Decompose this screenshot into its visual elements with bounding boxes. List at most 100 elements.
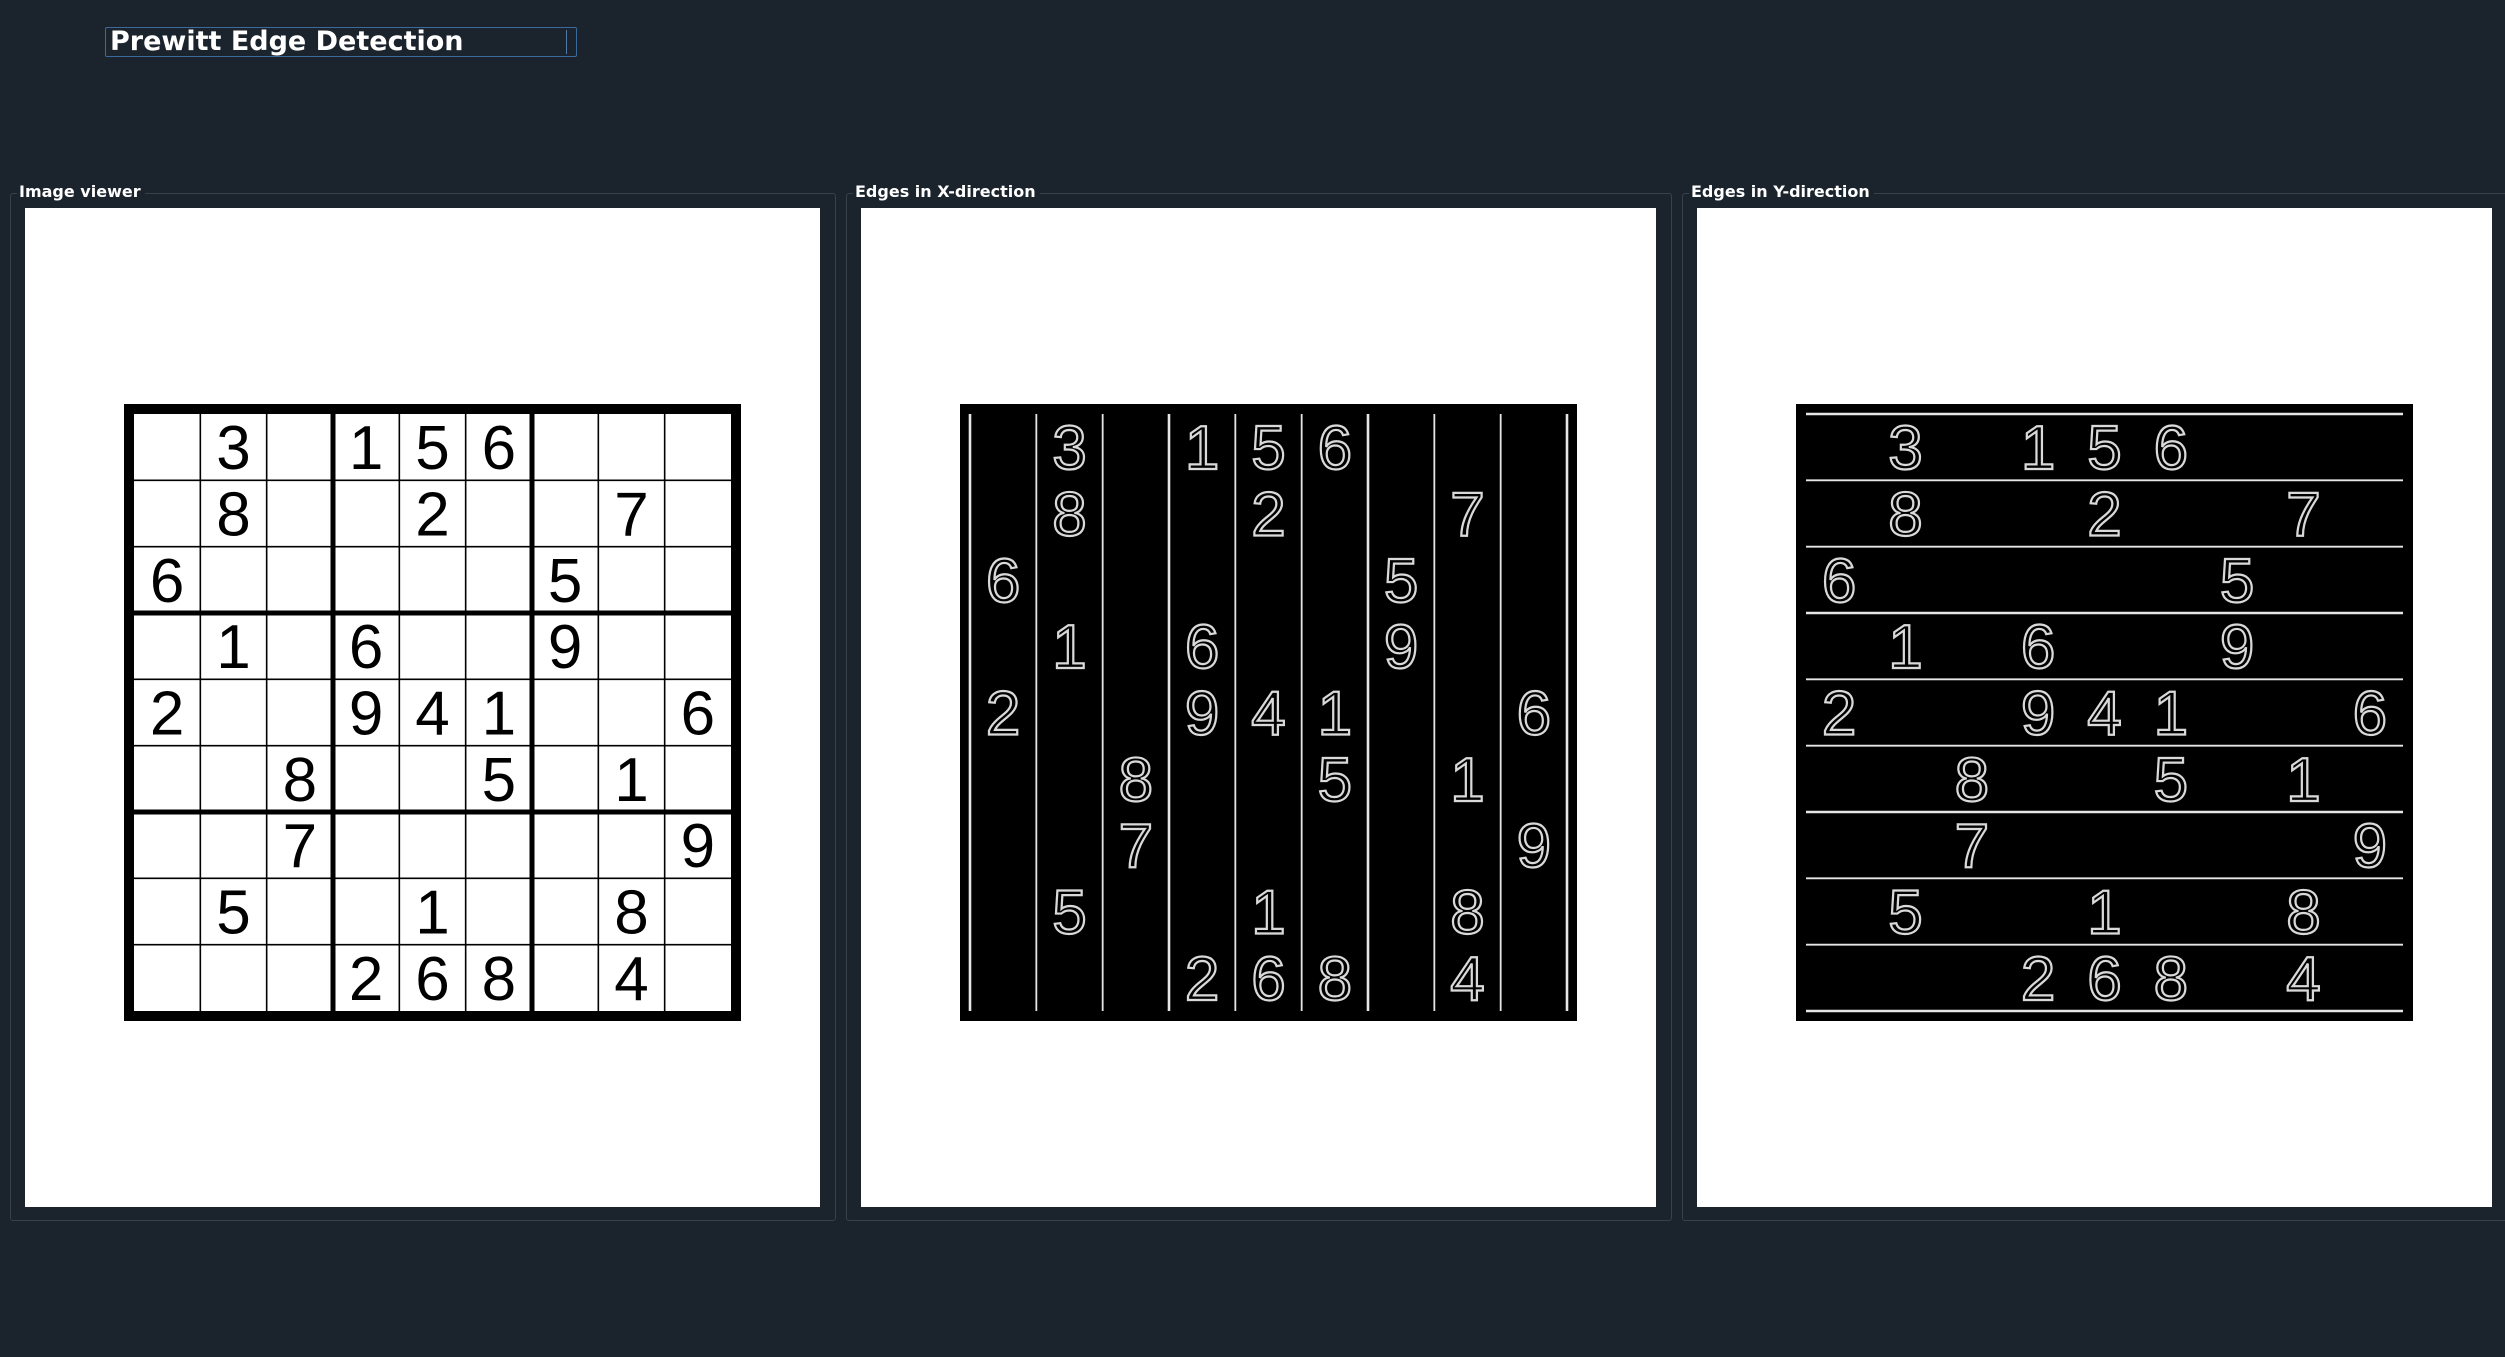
sudoku-digit: 8 [614,879,648,948]
edge-digit: 2 [2087,481,2121,550]
edge-digit: 6 [2087,945,2121,1014]
edge-digit: 6 [1822,547,1856,616]
edge-digit: 6 [986,547,1020,616]
sudoku-digit: 1 [349,414,383,483]
edge-digit: 6 [1185,613,1219,682]
sudoku-digit: 7 [283,812,317,881]
edge-digit: 5 [2220,547,2254,616]
edge-digit: 5 [1318,746,1352,815]
sudoku-digit: 9 [681,812,715,881]
sudoku-digit: 1 [415,879,449,948]
edge-digit: 9 [2021,680,2055,749]
sudoku-digit: 1 [216,613,250,682]
edges-y-image: 3 1 5 68 2 76 51 6 92 9 4 1 68 5 17 95 1 82 6 8 4 [1796,404,2413,1021]
edge-digit: 1 [1888,613,1922,682]
edge-digit: 1 [2154,680,2188,749]
edges-y-panel: Edges in Y-direction 3156827651692941685… [1682,182,2505,1221]
sudoku-digit: 6 [482,414,516,483]
edge-digit: 5 [2154,746,2188,815]
edge-digit: 6 [1318,414,1352,483]
edge-digit: 5 [1251,414,1285,483]
edges-x-canvas[interactable]: 31568276516929416851795182684 [861,208,1656,1207]
sudoku-digit: 2 [415,481,449,550]
edge-digit: 3 [1052,414,1086,483]
sudoku-digit: 5 [415,414,449,483]
original-sudoku-image: 3 1 5 68 2 76 51 6 92 9 4 1 68 5 17 95 1 82 6 8 4 [124,404,741,1021]
edge-digit: 8 [1955,746,1989,815]
edges-y-canvas[interactable]: 31568276516929416851795182684 [1697,208,2492,1207]
sudoku-digit: 5 [548,547,582,616]
edge-digit: 8 [2286,879,2320,948]
edge-digit: 4 [2286,945,2320,1014]
edge-digit: 3 [1888,414,1922,483]
edge-digit: 1 [1450,746,1484,815]
edge-digit: 7 [1955,812,1989,881]
sudoku-digit: 2 [150,680,184,749]
edge-digit: 8 [1888,481,1922,550]
edge-digit: 8 [2154,945,2188,1014]
edge-digit: 1 [1052,613,1086,682]
panel-label-edges-y: Edges in Y-direction [1689,182,1874,202]
edge-digit: 2 [1822,680,1856,749]
edge-digit: 1 [1185,414,1219,483]
edge-digit: 2 [1185,945,1219,1014]
edge-digit: 5 [1888,879,1922,948]
edge-digit: 6 [2154,414,2188,483]
edge-digit: 5 [1052,879,1086,948]
edge-digit: 1 [1251,879,1285,948]
image-viewer-canvas[interactable]: 31568276516929416851795182684 [25,208,820,1207]
sudoku-digit: 8 [482,945,516,1014]
sudoku-digit: 6 [415,945,449,1014]
sudoku-digit: 5 [216,879,250,948]
sudoku-digit: 6 [150,547,184,616]
edge-digit: 1 [2021,414,2055,483]
edge-digit: 8 [1318,945,1352,1014]
edge-digit: 5 [1384,547,1418,616]
edge-digit: 9 [1185,680,1219,749]
sudoku-digit: 4 [614,945,648,1014]
edge-digit: 9 [1384,613,1418,682]
edges-x-panel: Edges in X-direction 3156827651692941685… [846,182,1672,1221]
image-viewer-panel: Image viewer 315682765169294168517951826… [10,182,836,1221]
edge-digit: 9 [1517,812,1551,881]
edge-digit: 1 [1318,680,1352,749]
edge-digit: 2 [1251,481,1285,550]
edge-digit: 7 [1450,481,1484,550]
panel-label-edges-x: Edges in X-direction [853,182,1040,202]
edge-digit: 6 [2353,680,2387,749]
edges-x-image: 3 1 5 68 2 76 51 6 92 9 4 1 68 5 17 95 1 82 6 8 4 [960,404,1577,1021]
edge-digit: 7 [1119,812,1153,881]
sudoku-digit: 9 [349,680,383,749]
edge-digit: 9 [2220,613,2254,682]
sudoku-digit: 6 [681,680,715,749]
edge-digit: 9 [2353,812,2387,881]
sudoku-digit: 1 [614,746,648,815]
edge-digit: 6 [1517,680,1551,749]
edge-digit: 8 [1450,879,1484,948]
edge-digit: 7 [2286,481,2320,550]
sudoku-digit: 5 [482,746,516,815]
app-title: Prewitt Edge Detection [105,27,577,57]
edge-digit: 8 [1052,481,1086,550]
edge-digit: 6 [2021,613,2055,682]
sudoku-digit: 1 [482,680,516,749]
sudoku-digit: 2 [349,945,383,1014]
sudoku-digit: 8 [216,481,250,550]
panel-label-image-viewer: Image viewer [17,182,145,202]
sudoku-digit: 9 [548,613,582,682]
edge-digit: 1 [2087,879,2121,948]
edge-digit: 2 [2021,945,2055,1014]
edge-digit: 4 [1450,945,1484,1014]
sudoku-digit: 3 [216,414,250,483]
edge-digit: 5 [2087,414,2121,483]
edge-digit: 6 [1251,945,1285,1014]
sudoku-digit: 4 [415,680,449,749]
edge-digit: 8 [1119,746,1153,815]
sudoku-digit: 6 [349,613,383,682]
sudoku-digit: 8 [283,746,317,815]
edge-digit: 4 [2087,680,2121,749]
edge-digit: 2 [986,680,1020,749]
sudoku-digit: 7 [614,481,648,550]
edge-digit: 4 [1251,680,1285,749]
edge-digit: 1 [2286,746,2320,815]
